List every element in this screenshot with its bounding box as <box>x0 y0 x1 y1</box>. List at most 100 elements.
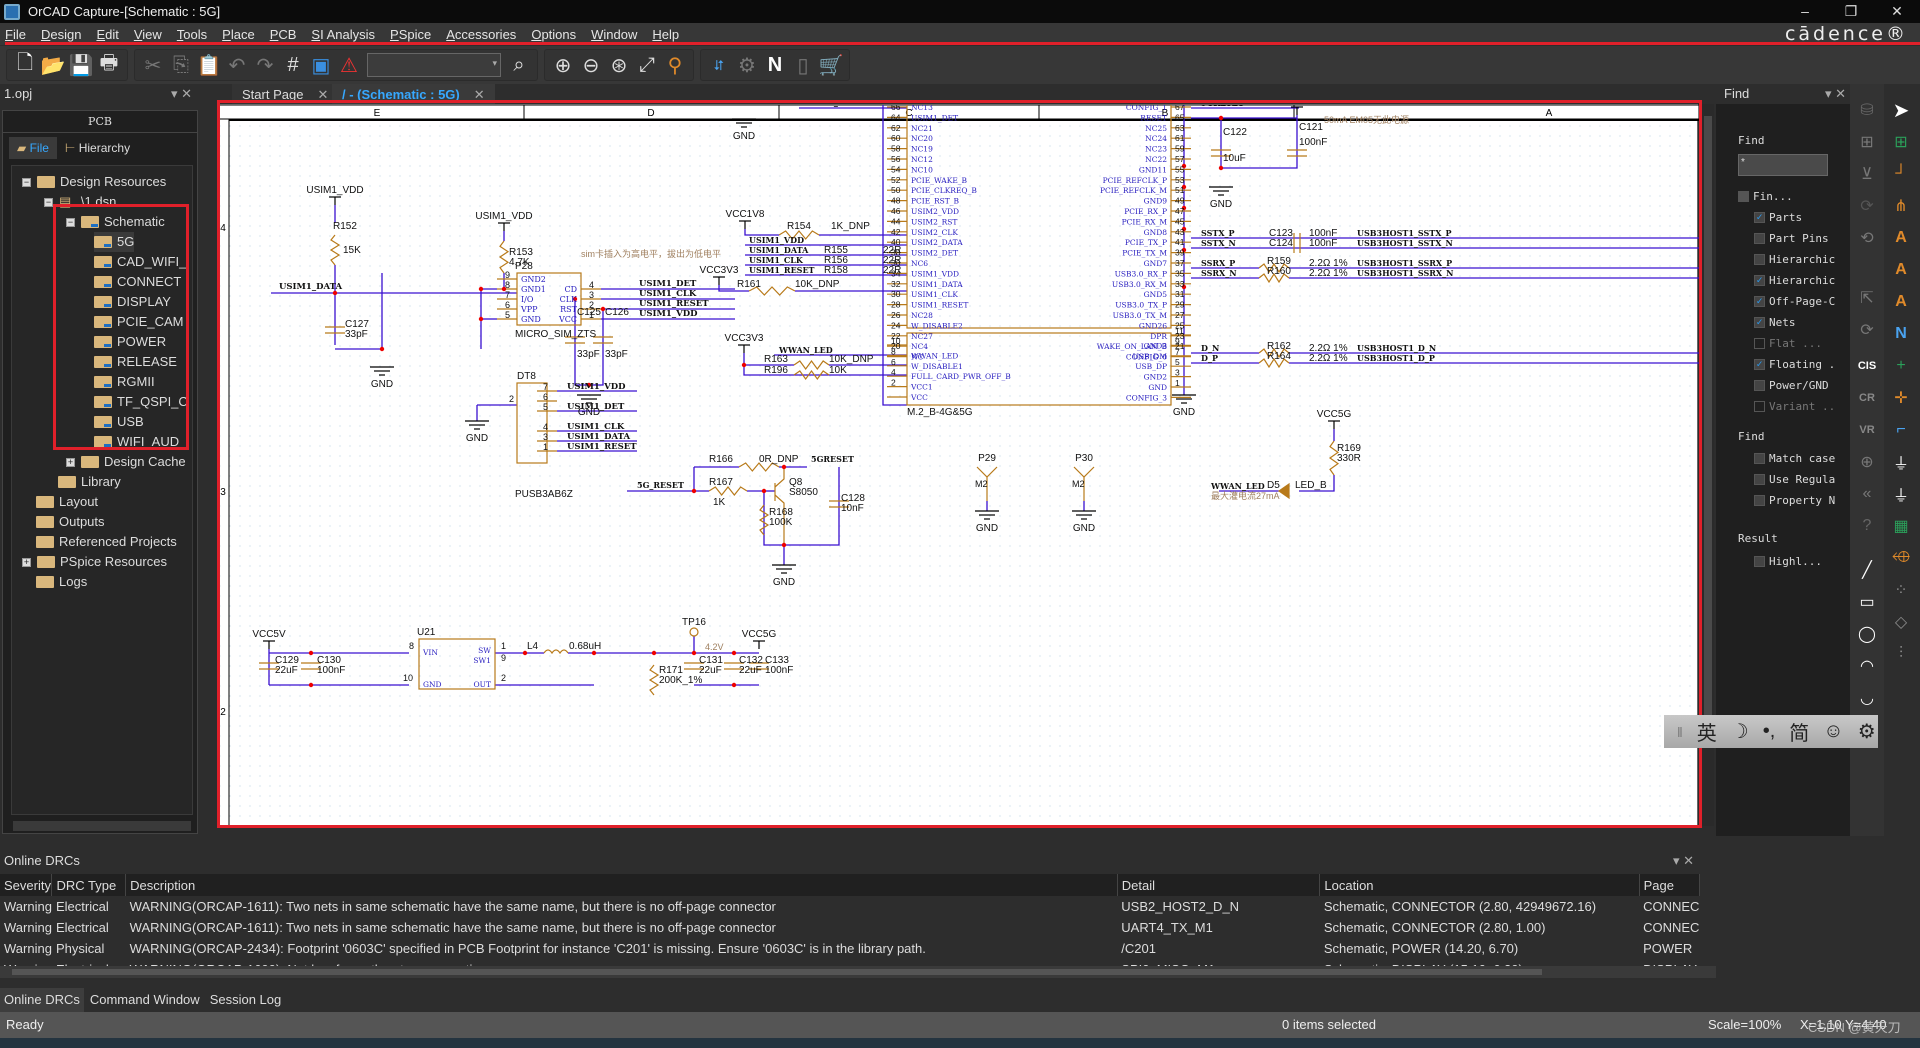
tree-logs[interactable]: Logs <box>36 572 87 592</box>
update-part-icon[interactable]: ▯ <box>789 51 817 79</box>
ime-punctuation-icon[interactable]: •, <box>1763 720 1776 743</box>
device-sync-icon[interactable]: ⟳ <box>1853 316 1881 344</box>
cis-icon[interactable]: CIS <box>1853 352 1881 380</box>
cr-icon[interactable]: CR <box>1853 384 1881 412</box>
menu-pcb[interactable]: PCB <box>270 27 297 42</box>
place-bus-wire-icon[interactable]: ⌐ <box>1887 416 1915 444</box>
menu-window[interactable]: Window <box>591 27 637 42</box>
find-part-icon[interactable]: ⚲ <box>661 51 689 79</box>
tab-hierarchy[interactable]: ⊢ Hierarchy <box>57 137 138 159</box>
search-icon[interactable]: ⌕ <box>505 51 533 79</box>
copy-icon[interactable]: ⎘ <box>167 51 195 79</box>
bom-cart-icon[interactable]: 🛒 <box>817 51 845 79</box>
place-hierarchical-block-icon[interactable]: ▦ <box>1887 512 1915 540</box>
tree-horizontal-scrollbar[interactable] <box>13 821 191 831</box>
find-option-checkbox[interactable]: ✓ Floating . <box>1754 358 1835 371</box>
find-input[interactable]: * <box>1738 154 1828 176</box>
tab-session-log[interactable]: Session Log <box>206 988 286 1012</box>
column-header-detail[interactable]: Detail <box>1117 874 1321 896</box>
column-header-location[interactable]: Location <box>1319 874 1640 896</box>
place-bus-icon[interactable]: A <box>1887 288 1915 316</box>
drc-marker-icon[interactable]: ⚠ <box>335 51 363 79</box>
drc-row[interactable]: Warning Electrical WARNING(ORCAP-1611): Tw… <box>0 896 1700 917</box>
drc-row[interactable]: Warning Electrical WARNING(ORCAP-1611): Tw… <box>0 917 1700 938</box>
highlight-checkbox[interactable]: Highl... <box>1754 555 1822 568</box>
find-option-checkbox[interactable]: Variant .. <box>1754 400 1835 413</box>
find-option-checkbox[interactable]: ✓ Hierarchic <box>1754 274 1835 287</box>
redo-icon[interactable]: ↷ <box>251 51 279 79</box>
zoom-area-icon[interactable]: ⊛ <box>605 51 633 79</box>
menu-edit[interactable]: Edit <box>96 27 118 42</box>
use-regex-checkbox[interactable]: Use Regula <box>1754 473 1835 486</box>
find-option-checkbox[interactable]: Flat ... <box>1754 337 1822 350</box>
drc-horizontal-scrollbar[interactable] <box>0 966 1716 978</box>
tree-library[interactable]: Library <box>58 472 121 492</box>
tree-design-cache[interactable]: + Design Cache <box>66 452 186 472</box>
tree-pspice-resources[interactable]: + PSpice Resources <box>22 552 167 572</box>
annotate-icon[interactable]: ⮃ <box>705 51 733 79</box>
paste-icon[interactable]: 📋 <box>195 51 223 79</box>
place-net-icon[interactable]: N <box>1887 320 1915 348</box>
zoom-out-icon[interactable]: ⊖ <box>577 51 605 79</box>
place-net-group-icon[interactable]: A <box>1887 256 1915 284</box>
ime-emoji-icon[interactable]: ☺ <box>1823 720 1843 743</box>
new-project-icon[interactable]: 🗋 <box>11 51 39 79</box>
menu-tools[interactable]: Tools <box>177 27 207 42</box>
place-pin-array-icon[interactable]: ⁘ <box>1887 576 1915 604</box>
column-header-page[interactable]: Page <box>1639 874 1701 896</box>
hierarchy-add-icon[interactable]: ⊕ <box>1853 448 1881 476</box>
server-select-icon[interactable]: ⇱ <box>1853 284 1881 312</box>
snap-grid-icon[interactable]: # <box>279 51 307 79</box>
place-rectangle-icon[interactable]: ▭ <box>1853 588 1881 616</box>
place-ground-icon[interactable]: ⏚ <box>1887 480 1915 508</box>
column-header-description[interactable]: Description <box>125 874 1118 896</box>
place-port-icon[interactable]: ⬲ <box>1887 544 1915 572</box>
zoom-all-icon[interactable]: ⤢ <box>633 51 661 79</box>
menu-si-analysis[interactable]: SI Analysis <box>311 27 375 42</box>
column-header-severity[interactable]: Severity <box>0 874 53 896</box>
add-database-part-icon[interactable]: ⊞ <box>1853 128 1881 156</box>
place-bus-add-icon[interactable]: + <box>1887 352 1915 380</box>
help-check-icon[interactable]: ? <box>1853 512 1881 540</box>
menu-options[interactable]: Options <box>531 27 576 42</box>
save-icon[interactable]: 💾 <box>67 51 95 79</box>
tab-file[interactable]: ▰ File <box>9 137 57 159</box>
tree-outputs[interactable]: Outputs <box>36 512 105 532</box>
hierarchy-back-icon[interactable]: « <box>1853 480 1881 508</box>
tree-design-resources[interactable]: − Design Resources <box>22 172 166 192</box>
menu-pspice[interactable]: PSpice <box>390 27 431 42</box>
ime-settings-icon[interactable]: ⚙ <box>1858 719 1876 744</box>
place-ellipse-icon[interactable]: ◯ <box>1853 620 1881 648</box>
panel-close-icon[interactable]: ▾ ✕ <box>1673 848 1694 874</box>
tab-command-window[interactable]: Command Window <box>86 988 204 1012</box>
undo-icon[interactable]: ↶ <box>223 51 251 79</box>
column-header-drc-type[interactable]: DRC Type <box>51 874 127 896</box>
back-annotate-icon[interactable]: ⚙ <box>733 51 761 79</box>
place-off-page-icon[interactable]: ◇ <box>1887 608 1915 636</box>
menu-file[interactable]: File <box>5 27 26 42</box>
part-refresh-icon[interactable]: ⟲ <box>1853 224 1881 252</box>
vr-icon[interactable]: VR <box>1853 416 1881 444</box>
place-line-icon[interactable]: ╱ <box>1853 556 1881 584</box>
property-name-checkbox[interactable]: Property N <box>1754 494 1835 507</box>
minimize-button[interactable]: ‒ <box>1782 0 1828 23</box>
menu-design[interactable]: Design <box>41 27 81 42</box>
search-combo[interactable] <box>367 53 501 77</box>
zoom-in-icon[interactable]: ⊕ <box>549 51 577 79</box>
print-icon[interactable]: 🖶 <box>95 51 123 79</box>
area-select-icon[interactable]: ▣ <box>307 51 335 79</box>
tree-layout[interactable]: Layout <box>36 492 98 512</box>
ime-simplified-toggle[interactable]: 简 <box>1789 717 1809 746</box>
restore-button[interactable]: ❐ <box>1828 0 1874 23</box>
find-option-checkbox[interactable]: Hierarchic <box>1754 253 1835 266</box>
find-option-checkbox[interactable]: ✓ Nets <box>1754 316 1796 329</box>
place-polyline-icon[interactable]: ◡ <box>1853 684 1881 712</box>
hierarchy-expand-icon[interactable]: ⊻ <box>1853 160 1881 188</box>
place-junction-icon[interactable]: ✛ <box>1887 384 1915 412</box>
menu-place[interactable]: Place <box>222 27 255 42</box>
place-power-icon[interactable]: ⏚ <box>1887 448 1915 476</box>
menu-accessories[interactable]: Accessories <box>446 27 516 42</box>
find-option-checkbox[interactable]: ✓ Parts <box>1754 211 1802 224</box>
find-option-checkbox[interactable]: Power/GND <box>1754 379 1829 392</box>
panel-close-icon[interactable]: ▾ ✕ <box>1825 84 1846 104</box>
